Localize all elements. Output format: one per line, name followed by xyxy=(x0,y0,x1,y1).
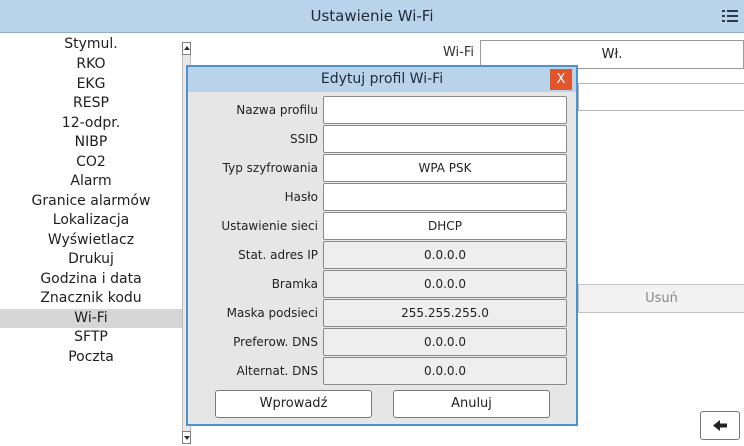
field-label: Preferow. DNS xyxy=(233,335,318,349)
dialog-title: Edytuj profil Wi-Fi xyxy=(320,71,444,87)
edit-wifi-profile-dialog: Edytuj profil Wi-Fi X Nazwa profilu SSID… xyxy=(186,65,578,426)
alternate-dns-field: 0.0.0.0 xyxy=(323,357,567,385)
network-setting-select[interactable]: DHCP xyxy=(323,212,567,240)
form-row-preferred-dns: Preferow. DNS 0.0.0.0 xyxy=(188,328,576,356)
sidebar-item-ekg[interactable]: EKG xyxy=(0,75,182,95)
scroll-down-arrow-icon xyxy=(184,436,190,440)
sidebar-item-drukuj[interactable]: Drukuj xyxy=(0,250,182,270)
title-bar: Ustawienie Wi-Fi xyxy=(0,0,744,33)
arrow-left-icon xyxy=(713,420,727,431)
form-row-ssid: SSID xyxy=(188,125,576,153)
enter-button[interactable]: Wprowadź xyxy=(215,390,372,418)
field-label: Typ szyfrowania xyxy=(222,161,318,175)
sidebar-item-granice-alarmow[interactable]: Granice alarmów xyxy=(0,192,182,212)
static-ip-field: 0.0.0.0 xyxy=(323,241,567,269)
sidebar-item-znacznik-kodu[interactable]: Znacznik kodu xyxy=(0,289,182,309)
dialog-header: Edytuj profil Wi-Fi X xyxy=(188,67,576,92)
field-label: Nazwa profilu xyxy=(236,103,318,117)
subnet-mask-field: 255.255.255.0 xyxy=(323,299,567,327)
field-label: Alternat. DNS xyxy=(236,364,318,378)
form-row-static-ip: Stat. adres IP 0.0.0.0 xyxy=(188,241,576,269)
sidebar-item-wyswietlacz[interactable]: Wyświetlacz xyxy=(0,231,182,251)
field-label: Hasło xyxy=(284,190,318,204)
sidebar-item-rko[interactable]: RKO xyxy=(0,55,182,75)
profile-list-box[interactable] xyxy=(578,83,744,111)
sidebar-item-co2[interactable]: CO2 xyxy=(0,153,182,173)
cancel-button[interactable]: Anuluj xyxy=(393,390,550,418)
sidebar-item-poczta[interactable]: Poczta xyxy=(0,348,182,368)
close-button[interactable]: X xyxy=(550,69,572,90)
delete-button[interactable]: Usuń xyxy=(578,284,744,313)
page-title: Ustawienie Wi-Fi xyxy=(310,7,434,25)
field-label: Maska podsieci xyxy=(226,306,318,320)
wifi-label: Wi-Fi xyxy=(442,45,474,60)
sidebar-item-sftp[interactable]: SFTP xyxy=(0,328,182,348)
field-label: Stat. adres IP xyxy=(238,248,318,262)
sidebar-item-nibp[interactable]: NIBP xyxy=(0,133,182,153)
encryption-type-select[interactable]: WPA PSK xyxy=(323,154,567,182)
list-menu-icon[interactable] xyxy=(722,8,738,24)
form-row-gateway: Bramka 0.0.0.0 xyxy=(188,270,576,298)
sidebar-item-resp[interactable]: RESP xyxy=(0,94,182,114)
form-row-encryption: Typ szyfrowania WPA PSK xyxy=(188,154,576,182)
back-button[interactable] xyxy=(700,411,740,440)
gateway-field: 0.0.0.0 xyxy=(323,270,567,298)
form-row-subnet-mask: Maska podsieci 255.255.255.0 xyxy=(188,299,576,327)
form-row-password: Hasło xyxy=(188,183,576,211)
scroll-up-button[interactable] xyxy=(182,42,191,55)
field-label: SSID xyxy=(289,132,318,146)
form-row-network-setting: Ustawienie sieci DHCP xyxy=(188,212,576,240)
field-label: Ustawienie sieci xyxy=(221,219,318,233)
scroll-up-arrow-icon xyxy=(184,46,190,50)
sidebar-item-wifi[interactable]: Wi-Fi xyxy=(0,308,182,328)
form-row-profile-name: Nazwa profilu xyxy=(188,96,576,124)
sidebar-item-lokalizacja[interactable]: Lokalizacja xyxy=(0,211,182,231)
ssid-input[interactable] xyxy=(323,125,567,153)
password-input[interactable] xyxy=(323,183,567,211)
preferred-dns-field: 0.0.0.0 xyxy=(323,328,567,356)
sidebar-item-stymul[interactable]: Stymul. xyxy=(0,34,182,55)
field-label: Bramka xyxy=(271,277,318,291)
settings-sidebar: Stymul. RKO EKG RESP 12-odpr. NIBP CO2 A… xyxy=(0,33,182,446)
sidebar-item-alarm[interactable]: Alarm xyxy=(0,172,182,192)
scroll-down-button[interactable] xyxy=(182,431,191,444)
form-row-alternate-dns: Alternat. DNS 0.0.0.0 xyxy=(188,357,576,385)
sidebar-item-godzina-i-data[interactable]: Godzina i data xyxy=(0,270,182,290)
profile-name-input[interactable] xyxy=(323,96,567,124)
sidebar-item-12-odpr[interactable]: 12-odpr. xyxy=(0,114,182,134)
